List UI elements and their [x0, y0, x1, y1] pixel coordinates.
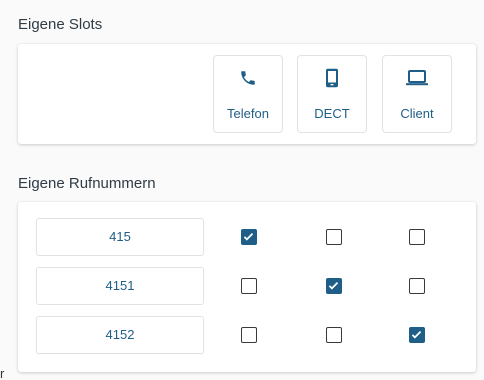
number-row: 4152 — [36, 316, 456, 356]
client-checkbox[interactable] — [409, 278, 425, 294]
number-row: 4151 — [36, 267, 456, 307]
stray-text: r — [0, 366, 5, 380]
dect-checkbox[interactable] — [326, 278, 342, 294]
dect-checkbox[interactable] — [326, 327, 342, 343]
telefon-checkbox[interactable] — [241, 327, 257, 343]
telefon-checkbox[interactable] — [241, 278, 257, 294]
slot-client-label: Client — [400, 106, 434, 121]
dect-checkbox[interactable] — [326, 229, 342, 245]
telefon-checkbox[interactable] — [241, 229, 257, 245]
client-checkbox[interactable] — [409, 327, 425, 343]
slot-telefon-label: Telefon — [227, 106, 269, 121]
slot-dect-button[interactable]: DECT — [297, 55, 367, 133]
laptop-icon — [383, 66, 451, 90]
number-row: 415 — [36, 218, 456, 258]
own-numbers-card: 415 4151 4152 — [18, 202, 476, 372]
slot-client-button[interactable]: Client — [382, 55, 452, 133]
client-checkbox[interactable] — [409, 229, 425, 245]
slot-dect-label: DECT — [314, 106, 350, 121]
own-numbers-heading: Eigene Rufnummern — [18, 175, 156, 192]
checkmark-icon — [411, 331, 422, 339]
own-slots-heading: Eigene Slots — [18, 16, 103, 33]
number-field[interactable]: 415 — [36, 218, 204, 256]
checkmark-icon — [328, 282, 339, 290]
mobile-phone-icon — [298, 66, 366, 90]
number-field[interactable]: 4151 — [36, 267, 204, 305]
phone-icon — [214, 66, 282, 90]
own-slots-card: Telefon DECT Client — [18, 44, 476, 144]
page: Eigene Slots Telefon DECT Client Eigene … — [0, 0, 484, 380]
number-field[interactable]: 4152 — [36, 316, 204, 354]
checkmark-icon — [243, 233, 254, 241]
slot-telefon-button[interactable]: Telefon — [213, 55, 283, 133]
